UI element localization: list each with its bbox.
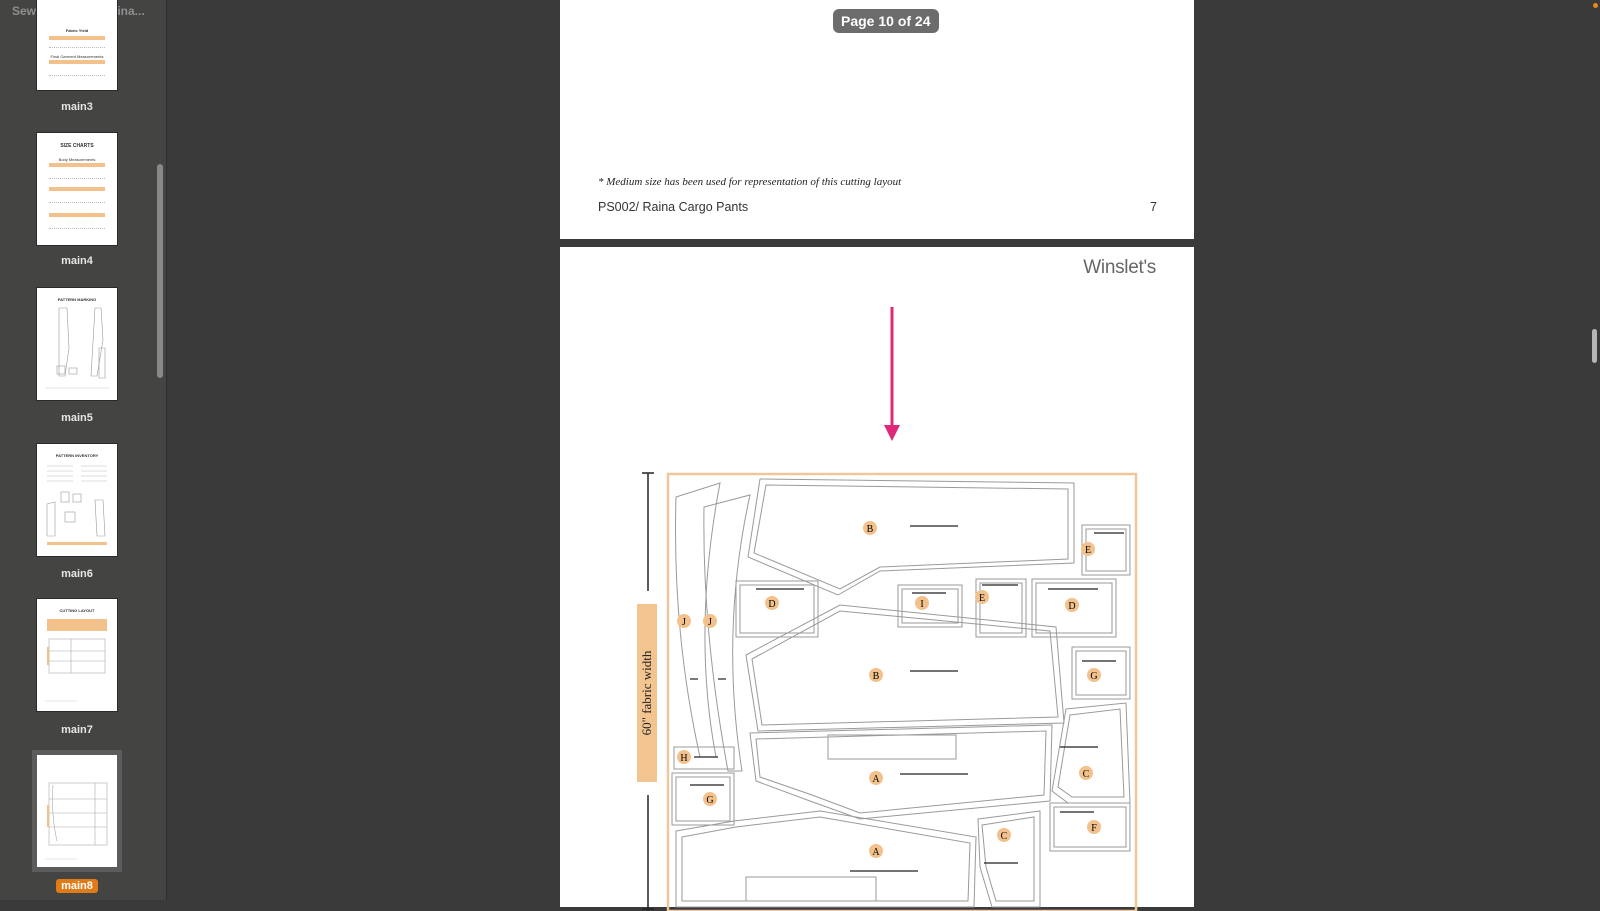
thumbnail-label-selected[interactable]: main8 [28, 879, 126, 893]
thumb-table-header [49, 187, 105, 191]
thumbnail-label[interactable]: main7 [28, 724, 126, 736]
piece-label-d: D [768, 599, 775, 610]
thumb-table-row [49, 168, 105, 179]
cutting-layout-diagram: 60" fabric width B E D I E D J J B G H A… [637, 307, 1138, 911]
pdf-page-current: Winslet's 60" fabric width B E D I E D J… [560, 247, 1194, 911]
piece-label-a: A [872, 847, 880, 858]
thumbnail-main5[interactable]: PATTERN MARKING [37, 288, 117, 400]
thumbnail-main7[interactable]: CUTTING LAYOUT [37, 599, 117, 711]
layout-note: * Medium size has been used for represen… [598, 176, 902, 188]
thumbnail-label[interactable]: main5 [28, 412, 126, 424]
thumb-pattern-sketch [45, 307, 109, 389]
viewer-scrollbar[interactable] [1592, 329, 1597, 363]
thumbnail-label[interactable]: main3 [28, 101, 126, 113]
thumbnail-sidebar[interactable]: Sewing Guide - Raina... Fabric Yield Fin… [0, 0, 167, 900]
thumb-heading: Fabric Yield [65, 28, 89, 33]
thumb-table-row [49, 218, 105, 229]
piece-labels: B E D I E D J J B G H A C G A C F [677, 521, 1101, 858]
piece-label-g: G [706, 795, 713, 806]
piece-label-i: I [920, 599, 923, 610]
thumbnail-main4[interactable]: SIZE CHARTS Body Measurements [37, 133, 117, 245]
thumb-table-header [49, 213, 105, 217]
thumbnail-label[interactable]: main6 [28, 568, 126, 580]
page-indicator: Page 10 of 24 [833, 9, 939, 33]
thumb-inventory-sketch [46, 465, 107, 545]
page-number: 7 [1150, 200, 1157, 214]
piece-label-e: E [979, 593, 985, 604]
thumb-table-row [49, 65, 105, 76]
piece-label-j: J [682, 617, 686, 628]
piece-label-b: B [873, 671, 880, 682]
piece-label-h: H [680, 753, 687, 764]
fabric-outline [666, 472, 1138, 911]
thumb-table-header [49, 36, 105, 40]
thumb-cutting-sketch [45, 782, 108, 860]
thumb-heading: SIZE CHARTS [60, 143, 94, 149]
thumbnail-main6[interactable]: PATTERN INVENTORY [37, 444, 117, 556]
thumbnail-main3[interactable]: Fabric Yield Final Garment Measurements [37, 0, 117, 90]
piece-label-g: G [1090, 671, 1097, 682]
pattern-pieces [671, 478, 1131, 908]
status-dot-icon [1593, 3, 1598, 8]
thumbnail-label[interactable]: main4 [28, 255, 126, 267]
sidebar-scrollbar[interactable] [157, 164, 163, 378]
piece-label-c: C [1083, 769, 1090, 780]
thumb-table-row [49, 41, 105, 48]
piece-label-f: F [1091, 823, 1097, 834]
piece-label-d: D [1068, 601, 1075, 612]
thumbnail-main8[interactable] [37, 755, 117, 867]
thumb-cutting-sketch [45, 638, 106, 702]
grainline-arrows [690, 525, 1124, 872]
piece-label-e: E [1085, 545, 1091, 556]
arrow-head-icon [884, 425, 900, 441]
piece-label-b: B [867, 524, 874, 535]
thumb-table-header [49, 163, 105, 167]
fabric-width-label: 60" fabric width [639, 650, 654, 735]
pdf-page-previous: * Medium size has been used for represen… [560, 0, 1194, 239]
piece-label-c: C [1001, 831, 1008, 842]
thumb-table-row [49, 192, 105, 203]
piece-label-a: A [872, 774, 880, 785]
thumb-table-header [49, 60, 105, 64]
thumb-subheading: Final Garment Measurements [50, 54, 104, 59]
page-footer-title: PS002/ Raina Cargo Pants [598, 200, 749, 214]
piece-label-j: J [708, 617, 712, 628]
thumb-subheading: Body Measurements [58, 157, 96, 162]
